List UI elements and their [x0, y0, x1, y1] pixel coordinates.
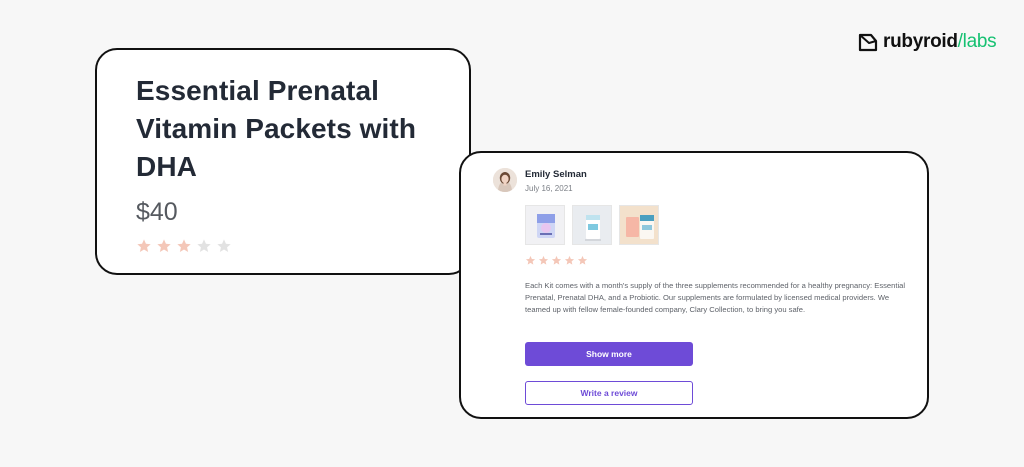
review-image-thumbnail[interactable] — [619, 205, 659, 245]
star-filled-icon — [538, 255, 549, 266]
review-image-thumbnail[interactable] — [525, 205, 565, 245]
brand-logo: rubyroid/labs — [857, 30, 997, 54]
review-rating — [525, 255, 588, 266]
product-title: Essential Prenatal Vitamin Packets with … — [136, 75, 417, 182]
logo-accent-text: /labs — [957, 31, 997, 52]
product-card: Essential Prenatal Vitamin Packets with … — [95, 48, 471, 275]
logo-text: rubyroid — [883, 31, 958, 52]
show-more-button[interactable]: Show more — [525, 342, 693, 366]
star-filled-icon — [156, 238, 172, 254]
review-card: Emily Selman July 16, 2021 Each Kit come… — [459, 151, 929, 419]
reviewer-avatar — [493, 168, 517, 192]
review-body: Each Kit comes with a month's supply of … — [525, 281, 906, 314]
product-price: $40 — [136, 198, 178, 226]
logo-icon — [858, 33, 878, 52]
review-image-thumbnail[interactable] — [572, 205, 612, 245]
star-filled-icon — [176, 238, 192, 254]
product-rating — [136, 238, 232, 254]
reviewer-name: Emily Selman — [525, 169, 587, 180]
star-filled-icon — [136, 238, 152, 254]
review-images — [525, 205, 659, 245]
star-empty-icon — [196, 238, 212, 254]
write-review-button[interactable]: Write a review — [525, 381, 693, 405]
star-filled-icon — [577, 255, 588, 266]
star-filled-icon — [564, 255, 575, 266]
star-filled-icon — [551, 255, 562, 266]
star-filled-icon — [525, 255, 536, 266]
review-date: July 16, 2021 — [525, 184, 573, 193]
star-empty-icon — [216, 238, 232, 254]
